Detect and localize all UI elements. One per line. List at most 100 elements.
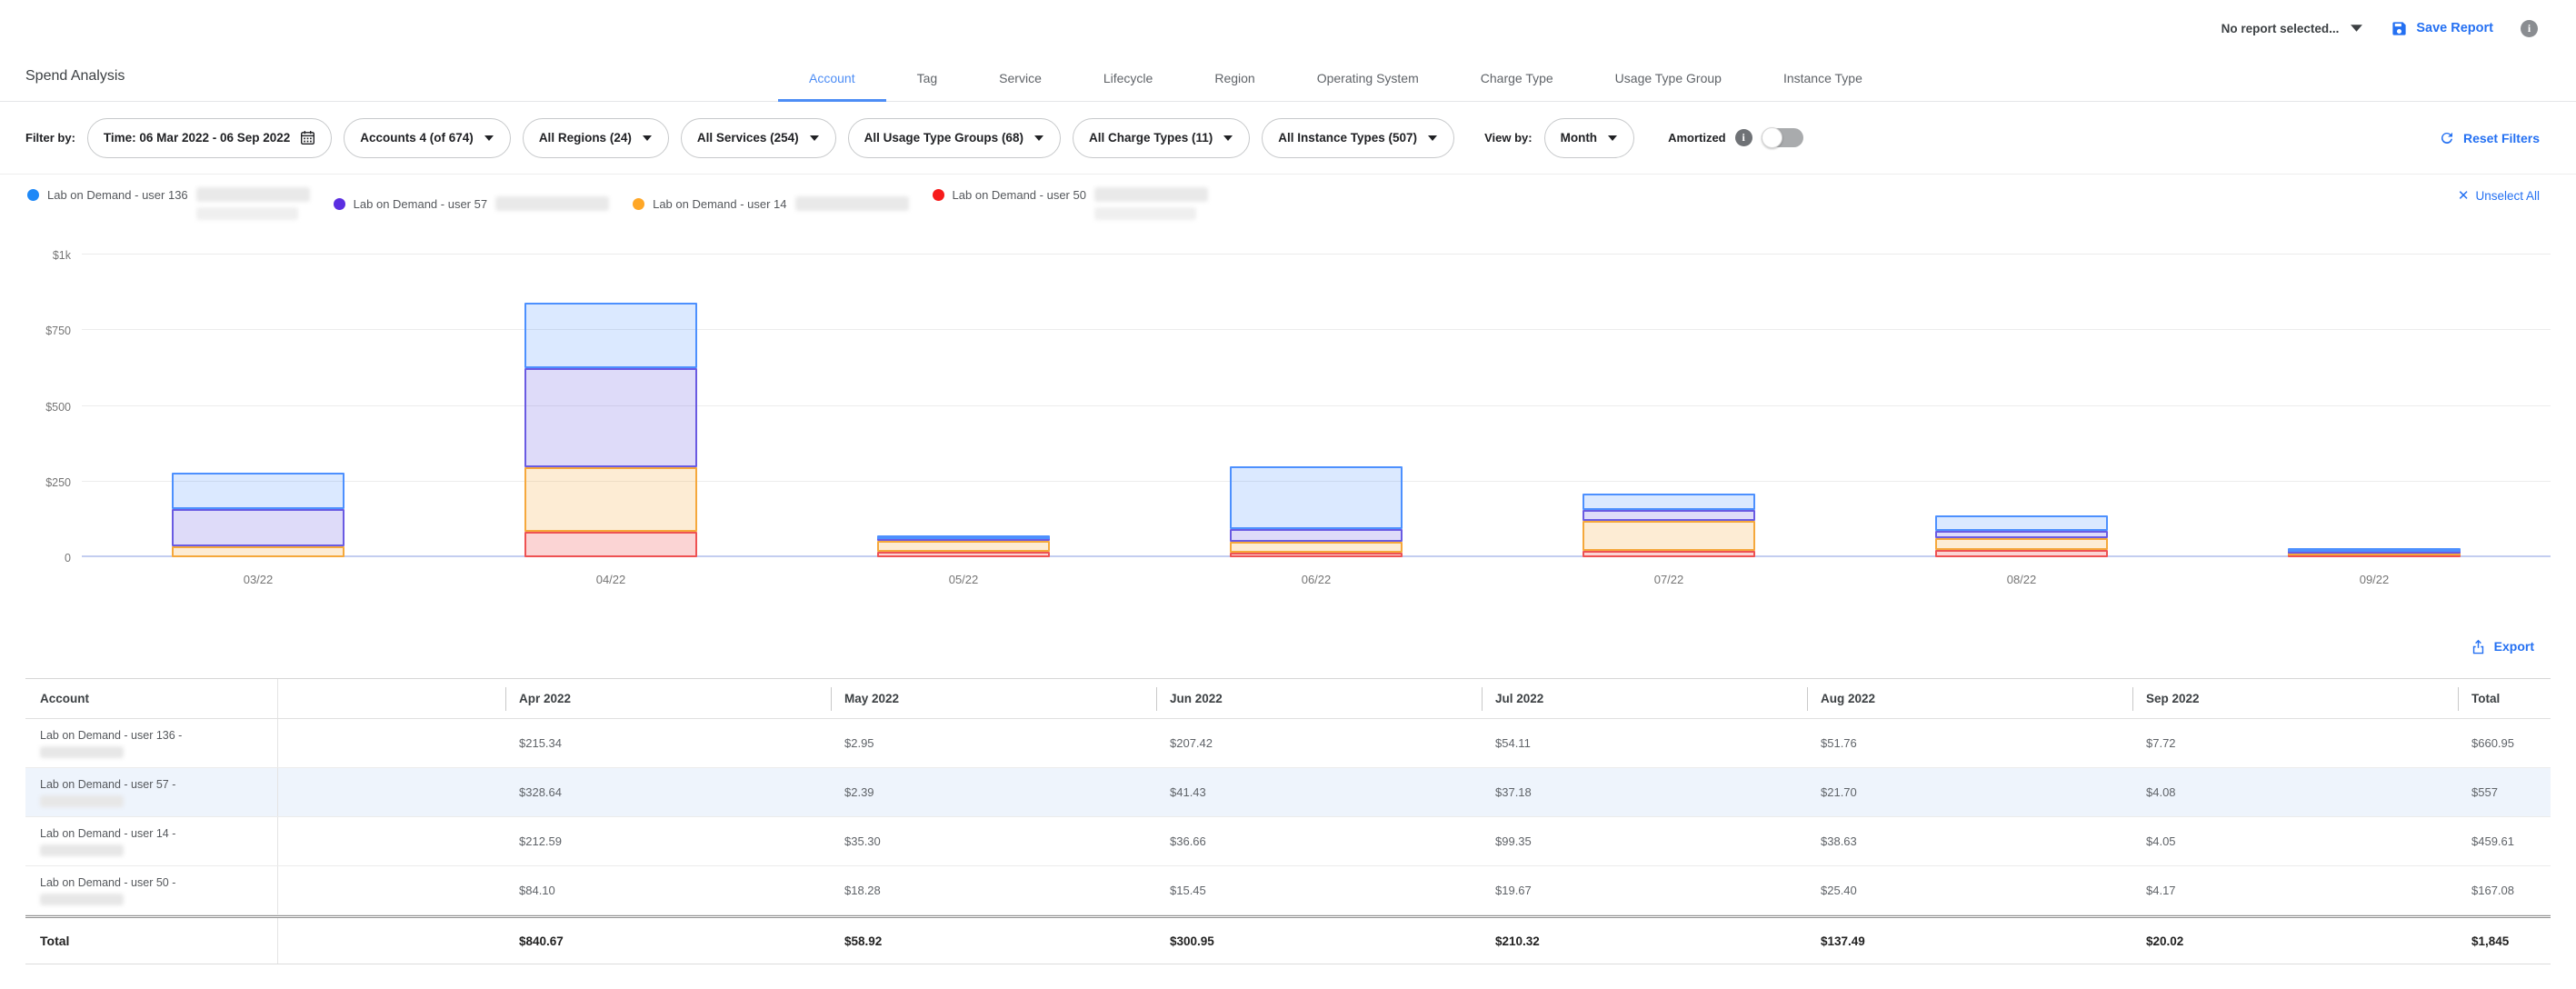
tab-charge-type[interactable]: Charge Type xyxy=(1450,71,1584,102)
bar-segment-lab-on-demand-user-14[interactable] xyxy=(1935,538,2108,550)
export-button[interactable]: Export xyxy=(0,634,2534,658)
bar-segment-lab-on-demand-user-14[interactable] xyxy=(1583,521,1755,551)
bar-segment-lab-on-demand-user-57[interactable] xyxy=(524,368,697,467)
tab-region[interactable]: Region xyxy=(1183,71,1285,102)
legend-item-lab-on-demand-user-136[interactable]: Lab on Demand - user 136 xyxy=(27,187,310,220)
value-cell: $7.72 xyxy=(2132,736,2458,750)
y-axis-label: 0 xyxy=(25,552,71,564)
redacted-text xyxy=(40,746,124,758)
amortized-toggle[interactable] xyxy=(1762,128,1803,147)
x-axis-label: 09/22 xyxy=(2329,573,2420,586)
bar-segment-lab-on-demand-user-50[interactable] xyxy=(877,552,1050,557)
legend-dot-icon xyxy=(633,198,644,210)
account-name: Lab on Demand - user 50 - xyxy=(40,876,277,889)
filter-pill-all-instance-types-507[interactable]: All Instance Types (507) xyxy=(1262,118,1454,158)
chevron-down-icon xyxy=(2350,24,2363,33)
legend-item-lab-on-demand-user-14[interactable]: Lab on Demand - user 14 xyxy=(633,187,908,220)
bar-segment-lab-on-demand-user-136[interactable] xyxy=(1935,515,2108,531)
bar-segment-lab-on-demand-user-136[interactable] xyxy=(172,473,344,509)
filter-pills: Accounts 4 (of 674) All Regions (24) All S… xyxy=(344,118,1454,158)
total-label: Total xyxy=(25,918,278,964)
x-axis-label: 03/22 xyxy=(213,573,304,586)
filter-pill-accounts-4-of-674[interactable]: Accounts 4 (of 674) xyxy=(344,118,511,158)
redacted-text xyxy=(1094,187,1208,202)
value-cell: $212.59 xyxy=(505,834,831,848)
bar-segment-lab-on-demand-user-50[interactable] xyxy=(1935,550,2108,557)
x-axis-label: 07/22 xyxy=(1623,573,1714,586)
bar-segment-lab-on-demand-user-136[interactable] xyxy=(1230,466,1403,529)
bar-segment-lab-on-demand-user-14[interactable] xyxy=(172,546,344,557)
filter-pill-all-charge-types-11[interactable]: All Charge Types (11) xyxy=(1073,118,1250,158)
info-icon[interactable]: i xyxy=(1735,129,1752,146)
account-cell: Lab on Demand - user 57 - xyxy=(25,768,278,816)
filter-by-label: Filter by: xyxy=(25,131,75,145)
filter-pill-all-usage-type-groups-68[interactable]: All Usage Type Groups (68) xyxy=(848,118,1061,158)
bar-segment-lab-on-demand-user-50[interactable] xyxy=(1230,553,1403,557)
filter-pill-label: All Instance Types (507) xyxy=(1278,131,1417,145)
report-selector-label: No report selected... xyxy=(2222,22,2340,35)
bar-segment-lab-on-demand-user-136[interactable] xyxy=(2288,548,2461,552)
bar-segment-lab-on-demand-user-57[interactable] xyxy=(1230,529,1403,542)
export-label: Export xyxy=(2494,639,2534,654)
legend-label: Lab on Demand - user 50 xyxy=(953,188,1086,202)
bar-segment-lab-on-demand-user-57[interactable] xyxy=(1583,510,1755,521)
unselect-all-button[interactable]: ✕ Unselect All xyxy=(2458,187,2540,204)
spend-table: AccountApr 2022May 2022Jun 2022Jul 2022A… xyxy=(25,678,2551,964)
topbar: No report selected... Save Report i xyxy=(0,0,2576,45)
tab-operating-system[interactable]: Operating System xyxy=(1286,71,1450,102)
chevron-down-icon xyxy=(1033,135,1044,142)
value-cell: $36.66 xyxy=(1156,834,1482,848)
legend-dot-icon xyxy=(933,189,944,201)
bar-segment-lab-on-demand-user-14[interactable] xyxy=(877,541,1050,552)
bar-segment-lab-on-demand-user-14[interactable] xyxy=(524,467,697,532)
legend-label: Lab on Demand - user 136 xyxy=(47,188,188,202)
legend-item-lab-on-demand-user-50[interactable]: Lab on Demand - user 50 xyxy=(933,187,1208,220)
tab-tag[interactable]: Tag xyxy=(886,71,969,102)
tab-instance-type[interactable]: Instance Type xyxy=(1752,71,1893,102)
bar-segment-lab-on-demand-user-57[interactable] xyxy=(172,509,344,547)
tab-usage-type-group[interactable]: Usage Type Group xyxy=(1584,71,1752,102)
value-cell: $215.34 xyxy=(505,736,831,750)
column-header-may-2022: May 2022 xyxy=(831,687,1156,711)
tab-service[interactable]: Service xyxy=(968,71,1073,102)
filter-pill-label: All Usage Type Groups (68) xyxy=(864,131,1023,145)
legend-label: Lab on Demand - user 14 xyxy=(653,197,786,211)
bar-segment-lab-on-demand-user-136[interactable] xyxy=(1583,494,1755,510)
bar-segment-lab-on-demand-user-50[interactable] xyxy=(524,532,697,557)
value-cell: $51.76 xyxy=(1807,736,2132,750)
bar-segment-lab-on-demand-user-14[interactable] xyxy=(1230,542,1403,553)
bar-segment-lab-on-demand-user-136[interactable] xyxy=(877,535,1050,539)
redacted-text xyxy=(495,196,609,211)
report-selector-dropdown[interactable]: No report selected... xyxy=(2222,22,2364,35)
page-title: Spend Analysis xyxy=(25,68,125,85)
chevron-down-icon xyxy=(809,135,820,142)
tab-lifecycle[interactable]: Lifecycle xyxy=(1073,71,1183,102)
value-cell: $25.40 xyxy=(1807,884,2132,897)
filter-pill-all-regions-24[interactable]: All Regions (24) xyxy=(523,118,669,158)
refresh-icon xyxy=(2439,130,2455,146)
view-by-dropdown[interactable]: Month xyxy=(1544,118,1634,158)
calendar-icon xyxy=(300,130,315,145)
gridline xyxy=(82,254,2551,255)
tab-account[interactable]: Account xyxy=(778,71,886,102)
chevron-down-icon xyxy=(1607,135,1618,142)
column-header-total: Total xyxy=(2458,687,2551,711)
info-icon[interactable]: i xyxy=(2521,20,2538,37)
legend-dot-icon xyxy=(334,198,345,210)
value-cell: $35.30 xyxy=(831,834,1156,848)
value-cell: $4.08 xyxy=(2132,785,2458,799)
save-report-button[interactable]: Save Report xyxy=(2391,20,2493,37)
filter-pill-all-services-254[interactable]: All Services (254) xyxy=(681,118,836,158)
bar-segment-lab-on-demand-user-136[interactable] xyxy=(524,303,697,368)
redacted-text xyxy=(1094,207,1196,220)
legend-item-lab-on-demand-user-57[interactable]: Lab on Demand - user 57 xyxy=(334,187,609,220)
time-filter-label: Time: 06 Mar 2022 - 06 Sep 2022 xyxy=(104,131,290,145)
bar-segment-lab-on-demand-user-57[interactable] xyxy=(1935,531,2108,537)
column-header-sep-2022: Sep 2022 xyxy=(2132,687,2458,711)
table-row: Lab on Demand - user 14 -$212.59$35.30$3… xyxy=(25,817,2551,866)
column-header-apr-2022: Apr 2022 xyxy=(505,687,831,711)
bar-segment-lab-on-demand-user-50[interactable] xyxy=(1583,551,1755,557)
table-row: Lab on Demand - user 57 -$328.64$2.39$41… xyxy=(25,768,2551,817)
time-filter-pill[interactable]: Time: 06 Mar 2022 - 06 Sep 2022 xyxy=(87,118,332,158)
reset-filters-button[interactable]: Reset Filters xyxy=(2439,130,2540,146)
